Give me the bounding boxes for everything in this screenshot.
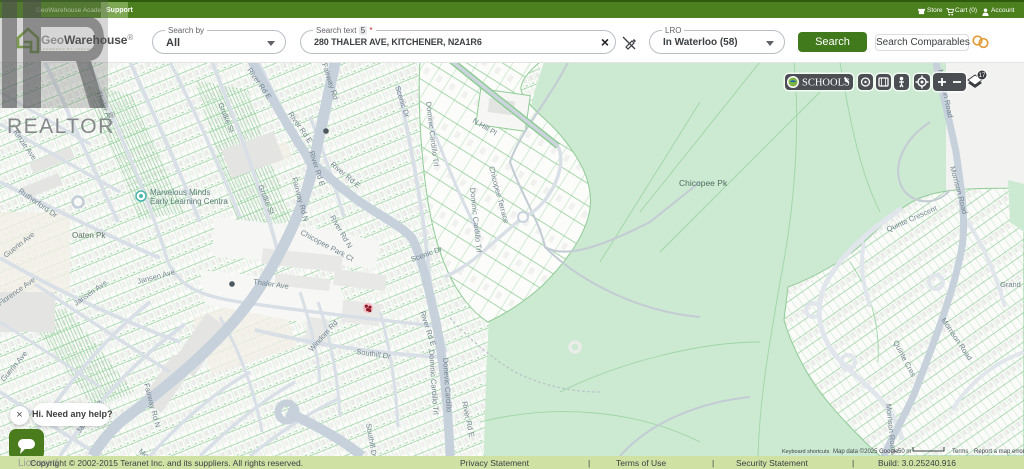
svg-text:Report a map error: Report a map error — [974, 449, 1024, 455]
svg-text:Keyboard shortcuts: Keyboard shortcuts — [782, 449, 830, 455]
svg-text:Oaten Pk: Oaten Pk — [72, 231, 106, 240]
svg-text:Grand: Grand — [1000, 280, 1021, 289]
svg-text:Terms: Terms — [952, 449, 968, 455]
svg-text:Map data ©2025 Google: Map data ©2025 Google — [833, 448, 899, 455]
svg-text:Chicopee Pk: Chicopee Pk — [679, 178, 728, 188]
svg-text:50 m: 50 m — [898, 449, 911, 455]
svg-text:17: 17 — [979, 73, 986, 79]
svg-text:SCHOOLS: SCHOOLS — [802, 78, 850, 89]
svg-text:Marvelous Minds: Marvelous Minds — [150, 188, 210, 197]
svg-text:Early Learning Centra: Early Learning Centra — [150, 197, 228, 206]
